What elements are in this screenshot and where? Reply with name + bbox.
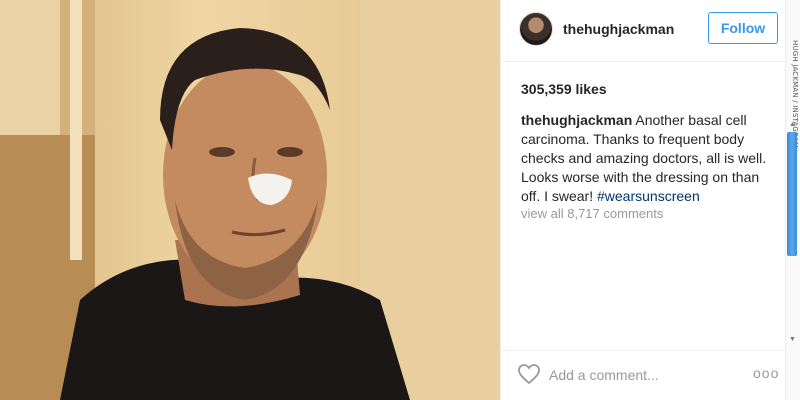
post-caption: thehughjackman Another basal cell carcin…	[521, 111, 771, 206]
photo-door	[0, 0, 60, 135]
post-photo[interactable]	[0, 0, 500, 400]
photo-wall-edge	[70, 0, 82, 260]
heart-outline-icon[interactable]	[517, 363, 541, 385]
avatar[interactable]	[519, 12, 553, 46]
likes-count[interactable]: 305,359 likes	[521, 81, 607, 97]
follow-button[interactable]: Follow	[708, 12, 778, 44]
comment-bar: ooo	[501, 350, 786, 400]
scrollbar-thumb[interactable]	[787, 132, 797, 256]
photo-credit: HUGH JACKMAN / INSTAGRAM	[791, 40, 799, 149]
add-comment-input[interactable]	[549, 365, 729, 385]
post-header: thehughjackman Follow	[501, 0, 786, 62]
scroll-up-arrow-icon[interactable]: ▲	[787, 121, 798, 131]
hashtag-link[interactable]: #wearsunscreen	[597, 188, 700, 204]
view-all-comments-link[interactable]: view all 8,717 comments	[521, 206, 663, 221]
scroll-down-arrow-icon[interactable]: ▼	[787, 336, 798, 346]
photo-eye-left	[209, 147, 235, 157]
photo-illustration	[0, 0, 500, 400]
ellipsis-icon[interactable]: ooo	[753, 365, 779, 381]
caption-username-link[interactable]: thehughjackman	[521, 112, 632, 128]
photo-eye-right	[277, 147, 303, 157]
post-side-panel: thehughjackman Follow 305,359 likes theh…	[500, 0, 786, 400]
username-link[interactable]: thehughjackman	[563, 21, 674, 37]
